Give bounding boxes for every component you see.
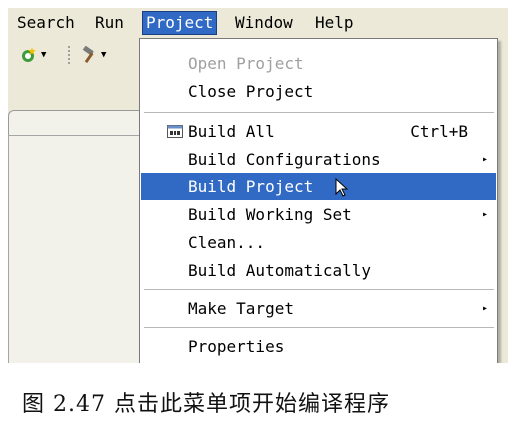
menu-run[interactable]: Run — [92, 12, 127, 34]
menu-window[interactable]: Window — [232, 12, 296, 34]
build-button[interactable]: ▼ — [80, 45, 106, 65]
project-menu: Open Project Close Project Build All Ctr… — [139, 38, 498, 363]
toolbar: ▼ ▼ — [8, 40, 148, 70]
build-all-icon — [167, 125, 183, 138]
submenu-arrow-icon: ▸ — [481, 303, 488, 314]
menu-search[interactable]: Search — [14, 12, 78, 34]
menu-help[interactable]: Help — [312, 12, 357, 34]
view-pane — [8, 135, 144, 363]
toolbar-separator — [68, 46, 70, 64]
menu-item-properties[interactable]: Properties — [141, 333, 496, 360]
menu-item-make-target[interactable]: Make Target ▸ — [141, 295, 496, 322]
menu-item-build-project[interactable]: Build Project — [141, 173, 496, 200]
menu-separator — [144, 327, 494, 328]
menu-separator — [144, 289, 494, 290]
eclipse-window: Search Run Project Window Help ▼ ▼ Open … — [8, 8, 508, 363]
menu-item-build-working-set[interactable]: Build Working Set ▸ — [141, 201, 496, 228]
menu-bar: Search Run Project Window Help — [8, 8, 508, 38]
menu-project[interactable]: Project — [142, 11, 218, 35]
menu-separator — [144, 112, 494, 113]
new-wizard-button[interactable]: ▼ — [20, 45, 46, 65]
submenu-arrow-icon: ▸ — [481, 209, 488, 220]
menu-item-build-configurations[interactable]: Build Configurations ▸ — [141, 146, 496, 173]
menu-item-clean[interactable]: Clean... — [141, 229, 496, 256]
build-hammer-icon — [82, 46, 94, 64]
view-tab[interactable] — [8, 110, 148, 136]
new-project-wizard-icon — [22, 47, 36, 62]
dropdown-arrow-icon[interactable]: ▼ — [41, 50, 46, 60]
submenu-arrow-icon: ▸ — [481, 154, 488, 165]
menu-item-close-project[interactable]: Close Project — [141, 78, 496, 105]
menu-item-build-all[interactable]: Build All Ctrl+B — [141, 118, 496, 145]
figure-caption: 图 2.47 点击此菜单项开始编译程序 — [22, 392, 390, 417]
dropdown-arrow-icon[interactable]: ▼ — [101, 50, 106, 60]
menu-item-open-project[interactable]: Open Project — [141, 50, 496, 77]
mouse-pointer-icon — [335, 178, 349, 197]
menu-item-build-automatically[interactable]: Build Automatically — [141, 257, 496, 284]
